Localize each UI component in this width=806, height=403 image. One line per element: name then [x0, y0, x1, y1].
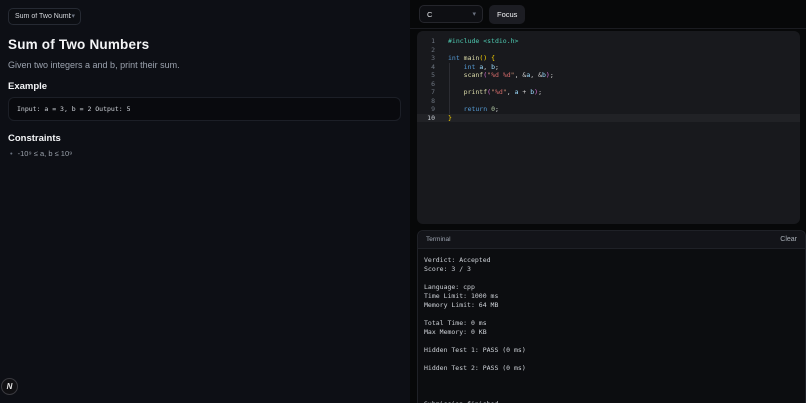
problem-description: Given two integers a and b, print their … [8, 60, 180, 70]
code-editor[interactable]: 1 #include <stdio.h> 2 3 int main() {4 int a… [417, 31, 800, 224]
line-number: 7 [431, 88, 435, 96]
code-line[interactable]: 3 int main() { [417, 54, 800, 63]
problem-panel: Sum of Two Numbers ▾ Sum of Two Numbers … [0, 0, 410, 403]
language-select-label: C [427, 9, 433, 19]
code-line[interactable]: 9 return 0; [417, 105, 800, 114]
line-number: 4 [431, 62, 435, 71]
terminal-panel: Terminal Clear Verdict: Accepted Score: … [417, 230, 806, 403]
code-line[interactable]: 8 [417, 97, 800, 106]
code-text: scanf("%d %d", &a, &b); [463, 71, 554, 79]
line-number: 10 [427, 113, 435, 122]
focus-button[interactable]: Focus [489, 5, 526, 24]
language-select[interactable]: C ▾ [419, 5, 483, 23]
line-number: 8 [431, 96, 435, 105]
line-number: 2 [431, 45, 435, 54]
example-heading: Example [8, 81, 48, 92]
code-text: int main() { [448, 54, 495, 62]
code-line[interactable]: 5 scanf("%d %d", &a, &b); [417, 71, 800, 80]
bullet-icon: • [10, 149, 13, 158]
code-line[interactable]: 2 [417, 46, 800, 55]
nextjs-dev-badge[interactable]: N [1, 378, 18, 395]
code-text: return 0; [463, 105, 499, 113]
editor-toolbar: C ▾ Focus Run Submit Dashboard Logout [410, 0, 806, 29]
code-lines: 1 #include <stdio.h> 2 3 int main() {4 int a… [417, 31, 800, 122]
example-code-block: Input: a = 3, b = 2 Output: 5 [8, 97, 401, 121]
chevron-down-icon: ▾ [71, 13, 75, 20]
example-code: Input: a = 3, b = 2 Output: 5 [17, 105, 131, 113]
constraint-item: • -10⁹ ≤ a, b ≤ 10⁹ [8, 149, 402, 158]
chevron-down-icon: ▾ [472, 10, 476, 18]
clear-button[interactable]: Clear [780, 236, 797, 243]
line-number: 5 [431, 71, 435, 79]
code-line[interactable]: 1 #include <stdio.h> [417, 37, 800, 46]
line-number: 1 [431, 37, 435, 45]
terminal-output: Verdict: Accepted Score: 3 / 3 Language:… [424, 256, 526, 403]
constraint-text: -10⁹ ≤ a, b ≤ 10⁹ [17, 149, 73, 158]
code-line[interactable]: 10} [417, 113, 800, 122]
constraints-heading: Constraints [8, 133, 61, 144]
code-text: #include <stdio.h> [448, 37, 519, 45]
problem-selector-label: Sum of Two Numbers [15, 13, 72, 20]
code-line[interactable]: 6 [417, 80, 800, 89]
code-text: } [448, 113, 452, 122]
line-number: 9 [431, 105, 435, 113]
code-line[interactable]: 7 printf("%d", a + b); [417, 88, 800, 97]
line-number: 3 [431, 54, 435, 62]
terminal-title: Terminal [426, 236, 451, 243]
nextjs-logo-icon: N [6, 382, 13, 391]
code-text: int a, b; [463, 62, 499, 71]
code-text: printf("%d", a + b); [463, 88, 542, 96]
line-number: 6 [431, 79, 435, 88]
terminal-header: Terminal Clear [418, 231, 805, 249]
problem-title: Sum of Two Numbers [8, 37, 150, 52]
problem-selector[interactable]: Sum of Two Numbers ▾ [8, 8, 81, 25]
code-line[interactable]: 4 int a, b; [417, 63, 800, 72]
